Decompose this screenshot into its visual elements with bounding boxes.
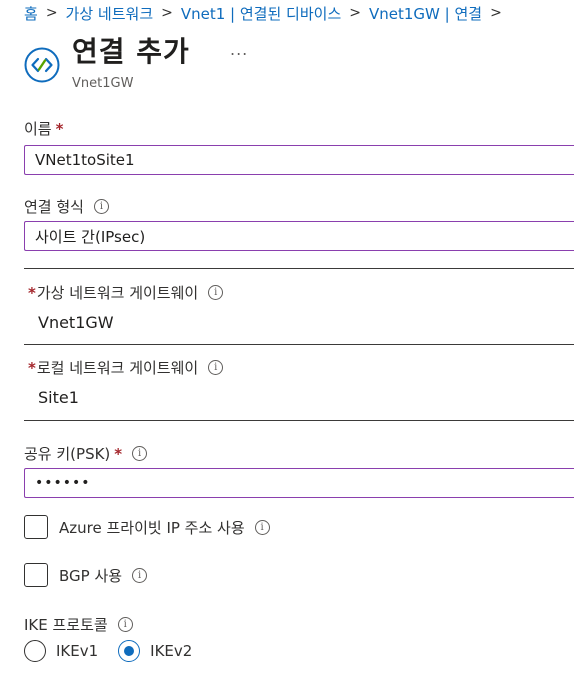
name-input[interactable]: VNet1toSite1 bbox=[24, 145, 574, 175]
ike-protocol-radio-group: IKEv1 IKEv2 bbox=[24, 640, 212, 662]
more-options-button[interactable]: ... bbox=[230, 40, 248, 59]
azure-private-ip-checkbox[interactable] bbox=[24, 515, 48, 539]
bgp-checkbox-row[interactable]: BGP 사용 i bbox=[24, 563, 148, 587]
info-icon[interactable]: i bbox=[254, 519, 270, 535]
bgp-checkbox[interactable] bbox=[24, 563, 48, 587]
ike-v1-radio[interactable] bbox=[24, 640, 46, 662]
local-network-gateway-value: Site1 bbox=[38, 388, 79, 407]
ike-protocol-label: IKE 프로토콜 i bbox=[24, 614, 133, 635]
name-label: 이름 * bbox=[24, 119, 64, 139]
ike-v2-label: IKEv2 bbox=[150, 642, 193, 660]
azure-private-ip-label: Azure 프라이빗 IP 주소 사용 bbox=[59, 518, 245, 537]
bgp-label: BGP 사용 bbox=[59, 566, 123, 585]
azure-private-ip-checkbox-row[interactable]: Azure 프라이빗 IP 주소 사용 i bbox=[24, 515, 270, 539]
shared-key-label: 공유 키(PSK) * i bbox=[24, 443, 148, 464]
page-subtitle: Vnet1GW bbox=[72, 76, 134, 91]
chevron-right-icon: > bbox=[349, 5, 361, 21]
radio-selected-dot bbox=[123, 645, 134, 656]
ike-v1-label: IKEv1 bbox=[56, 642, 99, 660]
required-mark: * bbox=[55, 119, 64, 138]
info-icon[interactable]: i bbox=[132, 446, 148, 461]
virtual-network-gateway-label: * 가상 네트워크 게이트웨이 i bbox=[28, 282, 224, 303]
ike-v1-option[interactable]: IKEv1 bbox=[24, 640, 98, 662]
breadcrumb: 홈 > 가상 네트워크 > Vnet1 | 연결된 디바이스 > Vnet1GW… bbox=[24, 0, 510, 26]
breadcrumb-vnet1-connected-devices[interactable]: Vnet1 | 연결된 디바이스 bbox=[181, 3, 341, 24]
connection-icon bbox=[24, 47, 60, 83]
required-mark: * bbox=[28, 283, 36, 302]
info-icon[interactable]: i bbox=[93, 199, 109, 214]
divider bbox=[24, 420, 574, 421]
breadcrumb-virtual-networks[interactable]: 가상 네트워크 bbox=[66, 3, 154, 24]
breadcrumb-vnet1gw-connections[interactable]: Vnet1GW | 연결 bbox=[369, 3, 482, 24]
breadcrumb-home[interactable]: 홈 bbox=[24, 3, 38, 24]
chevron-right-icon: > bbox=[45, 5, 58, 21]
info-icon[interactable]: i bbox=[208, 285, 224, 300]
page-title: 연결 추가 bbox=[72, 35, 190, 68]
divider bbox=[24, 268, 574, 269]
info-icon[interactable]: i bbox=[132, 567, 148, 583]
info-icon[interactable]: i bbox=[208, 360, 224, 375]
ike-v2-radio[interactable] bbox=[118, 640, 141, 662]
virtual-network-gateway-value: Vnet1GW bbox=[38, 313, 114, 332]
connection-type-select[interactable]: 사이트 간(IPsec) bbox=[24, 221, 574, 251]
shared-key-input[interactable]: •••••• bbox=[24, 468, 574, 498]
required-mark: * bbox=[28, 358, 36, 377]
divider bbox=[24, 344, 574, 345]
ike-v2-option[interactable]: IKEv2 bbox=[118, 640, 192, 662]
required-mark: * bbox=[114, 444, 123, 463]
local-network-gateway-label: * 로컬 네트워크 게이트웨이 i bbox=[28, 357, 224, 378]
connection-type-label: 연결 형식 i bbox=[24, 196, 109, 217]
chevron-right-icon: > bbox=[161, 5, 173, 21]
info-icon[interactable]: i bbox=[117, 617, 133, 632]
chevron-right-icon: > bbox=[490, 5, 502, 21]
page-header: 연결 추가 ... Vnet1GW bbox=[24, 30, 564, 94]
